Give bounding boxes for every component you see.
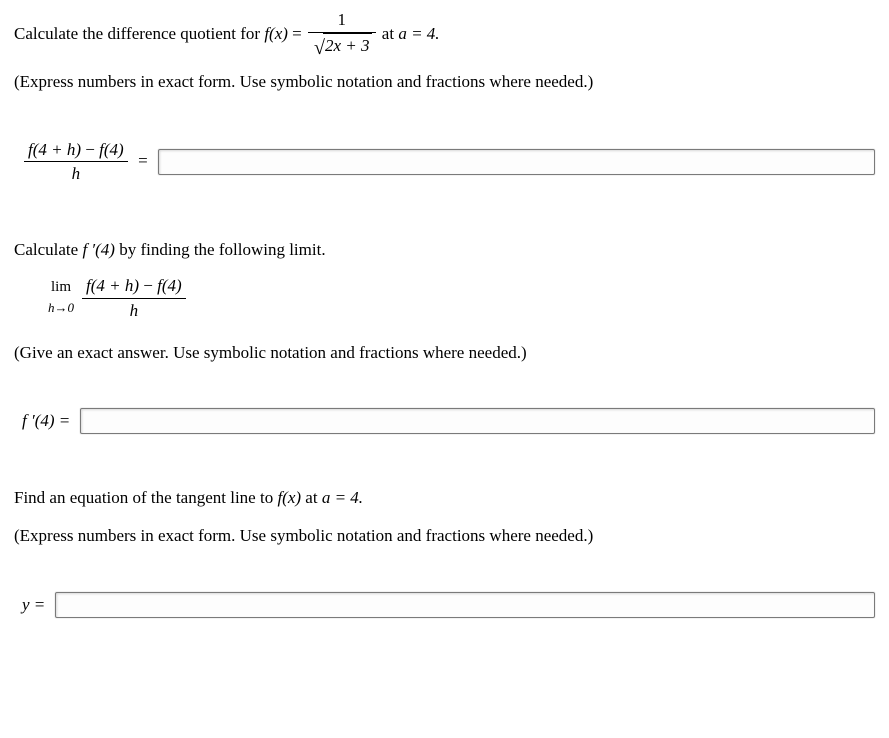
- q1-prompt: Calculate the difference quotient for f(…: [14, 8, 875, 62]
- q2-fprime4: f ′(4): [82, 240, 115, 259]
- q3-label: y =: [22, 593, 45, 617]
- q3-instructions: (Express numbers in exact form. Use symb…: [14, 524, 875, 548]
- q1-at-a: at: [382, 24, 399, 43]
- q1-frac: 1 √2x + 3: [308, 8, 376, 62]
- q2-limit-expression: lim h→0 f(4 + h) − f(4) h: [48, 274, 875, 323]
- q1-dq-label: f(4 + h) − f(4) h =: [22, 138, 148, 187]
- q2-prompt-prefix: Calculate: [14, 240, 82, 259]
- q3-prompt: Find an equation of the tangent line to …: [14, 486, 875, 510]
- q2-instructions: (Give an exact answer. Use symbolic nota…: [14, 341, 875, 365]
- q1-dq-frac: f(4 + h) − f(4) h: [24, 138, 128, 187]
- q2-prompt-mid: by finding the following limit.: [115, 240, 326, 259]
- q1-equals: =: [288, 24, 306, 43]
- q2-prompt: Calculate f ′(4) by finding the followin…: [14, 238, 875, 262]
- q3-prompt-mid: at: [301, 488, 322, 507]
- q2-lim-label: lim: [51, 279, 71, 295]
- q1-answer-row: f(4 + h) − f(4) h =: [22, 138, 875, 187]
- difference-quotient-input[interactable]: [158, 149, 875, 175]
- q1-instructions: (Express numbers in exact form. Use symb…: [14, 70, 875, 94]
- q2-lim-cond: h→0: [48, 300, 74, 315]
- q1-frac-den: √2x + 3: [308, 33, 376, 62]
- q2-answer-row: f ′(4) =: [22, 408, 875, 434]
- q1-dq-den: h: [24, 162, 128, 186]
- q3-answer-row: y =: [22, 592, 875, 618]
- q3-fx: f(x): [277, 488, 301, 507]
- q3-prompt-prefix: Find an equation of the tangent line to: [14, 488, 277, 507]
- q1-a-eq: a = 4.: [398, 24, 439, 43]
- q2-label: f ′(4) =: [22, 409, 70, 433]
- q1-dq-num: f(4 + h) − f(4): [24, 138, 128, 163]
- q1-fx: f(x): [264, 24, 288, 43]
- q1-prompt-prefix: Calculate the difference quotient for: [14, 24, 264, 43]
- q2-lim-stack: lim h→0: [48, 277, 74, 319]
- q2-lim-frac: f(4 + h) − f(4) h: [82, 274, 186, 323]
- tangent-line-input[interactable]: [55, 592, 875, 618]
- q1-frac-num: 1: [308, 8, 376, 33]
- q2-lim-den: h: [82, 299, 186, 323]
- q2-lim-num: f(4 + h) − f(4): [82, 274, 186, 299]
- q3-a-eq: a = 4.: [322, 488, 363, 507]
- q1-dq-equals: =: [138, 151, 148, 170]
- fprime4-input[interactable]: [80, 408, 875, 434]
